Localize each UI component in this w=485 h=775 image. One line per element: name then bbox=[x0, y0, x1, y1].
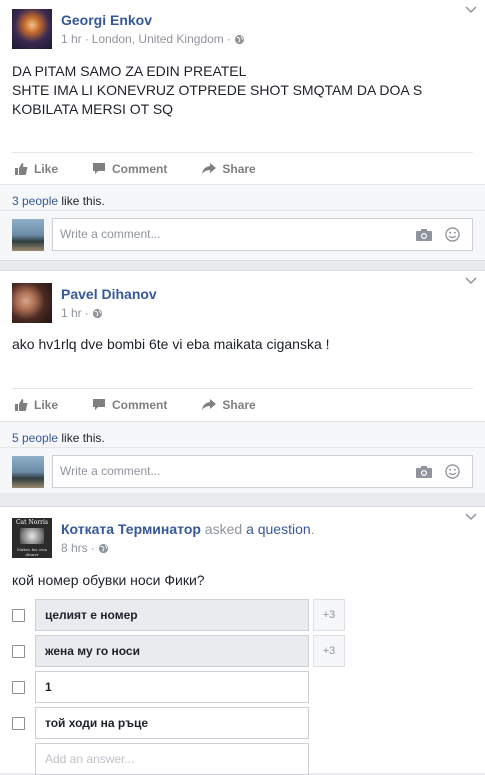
poll-option-label[interactable]: той ходи на ръце bbox=[35, 707, 309, 739]
author-name[interactable]: Georgi Enkov bbox=[61, 11, 245, 29]
poll-option-label[interactable]: жена му го носи bbox=[35, 635, 309, 667]
post-time[interactable]: 8 hrs bbox=[61, 540, 88, 556]
like-button[interactable]: Like bbox=[12, 398, 58, 412]
comment-composer: Write a comment... bbox=[0, 447, 485, 493]
poll-checkbox[interactable] bbox=[12, 644, 25, 658]
post-text: ako hv1rlq dve bombi 6te vi eba maikata … bbox=[12, 336, 330, 352]
post-location[interactable]: London, United Kingdom bbox=[92, 31, 224, 47]
post-card-1: Georgi Enkov 1 hr · London, United Kingd… bbox=[0, 0, 485, 261]
post-heading: Котката Терминатор asked a question. bbox=[61, 521, 315, 537]
poll-vote-count[interactable]: +3 bbox=[313, 635, 345, 667]
add-answer-row: Add an answer... bbox=[12, 743, 309, 775]
poll-checkbox[interactable] bbox=[12, 716, 25, 730]
poll-vote-count[interactable]: +3 bbox=[313, 599, 345, 631]
camera-icon[interactable] bbox=[416, 466, 432, 478]
post-time[interactable]: 1 hr bbox=[61, 31, 82, 47]
post-text-line: SHTE IMA LI KONEVRUZ OTPREDE SHOT SMQTAM… bbox=[12, 82, 423, 98]
post-time[interactable]: 1 hr bbox=[61, 305, 82, 321]
add-answer-input[interactable]: Add an answer... bbox=[35, 743, 309, 775]
share-button[interactable]: Share bbox=[199, 398, 256, 412]
emoji-icon[interactable] bbox=[445, 464, 460, 479]
likes-count-link[interactable]: 3 people bbox=[12, 194, 58, 208]
avatar-image bbox=[20, 528, 44, 544]
globe-icon bbox=[234, 34, 244, 44]
question-text: кой номер обувки носи Фики? bbox=[12, 572, 205, 588]
thumbs-up-icon bbox=[15, 163, 28, 175]
post-card-3: Cat Norris Makes his own dinner Котката … bbox=[0, 506, 485, 775]
comment-button[interactable]: Comment bbox=[90, 162, 167, 176]
poll-checkbox[interactable] bbox=[12, 608, 25, 622]
author-name[interactable]: Котката Терминатор bbox=[61, 521, 201, 537]
author-name[interactable]: Pavel Dihanov bbox=[61, 285, 157, 303]
emoji-icon[interactable] bbox=[445, 227, 460, 242]
globe-icon bbox=[92, 308, 102, 318]
avatar[interactable]: Cat Norris Makes his own dinner bbox=[12, 518, 52, 558]
like-button[interactable]: Like bbox=[12, 162, 58, 176]
comment-icon bbox=[93, 399, 106, 410]
chevron-down-icon[interactable] bbox=[465, 6, 477, 14]
post-card-2: Pavel Dihanov 1 hr · ako hv1rlq dve bomb… bbox=[0, 270, 485, 493]
comment-button[interactable]: Comment bbox=[90, 398, 167, 412]
poll-option: 1 bbox=[12, 671, 309, 703]
likes-count-link[interactable]: 5 people bbox=[12, 431, 58, 445]
question-link[interactable]: a question bbox=[246, 521, 311, 537]
avatar-caption-bottom: Makes his own dinner bbox=[16, 547, 48, 557]
avatar-caption-top: Cat Norris bbox=[15, 519, 49, 526]
post-text-line: KOBILATA MERSI OT SQ bbox=[12, 101, 174, 117]
avatar bbox=[12, 456, 44, 488]
comment-input[interactable]: Write a comment... bbox=[52, 455, 473, 488]
chevron-down-icon[interactable] bbox=[465, 277, 477, 285]
share-icon bbox=[202, 163, 217, 174]
poll-option: жена му го носи +3 bbox=[12, 635, 345, 667]
comment-composer: Write a comment... bbox=[0, 210, 485, 260]
poll-option-label[interactable]: целият е номер bbox=[35, 599, 309, 631]
avatar[interactable] bbox=[12, 9, 52, 49]
poll-option-label[interactable]: 1 bbox=[35, 671, 309, 703]
poll-option: той ходи на ръце bbox=[12, 707, 309, 739]
globe-icon bbox=[98, 543, 108, 553]
share-icon bbox=[202, 399, 217, 410]
comment-icon bbox=[93, 163, 106, 174]
comment-input[interactable]: Write a comment... bbox=[52, 218, 473, 251]
avatar[interactable] bbox=[12, 283, 52, 323]
avatar bbox=[12, 219, 44, 251]
share-button[interactable]: Share bbox=[199, 162, 256, 176]
poll-option: целият е номер +3 bbox=[12, 599, 345, 631]
camera-icon[interactable] bbox=[416, 229, 432, 241]
poll-checkbox[interactable] bbox=[12, 680, 25, 694]
thumbs-up-icon bbox=[15, 399, 28, 411]
chevron-down-icon[interactable] bbox=[465, 513, 477, 521]
post-text-line: DA PITAM SAMO ZA EDIN PREATEL bbox=[12, 63, 247, 79]
